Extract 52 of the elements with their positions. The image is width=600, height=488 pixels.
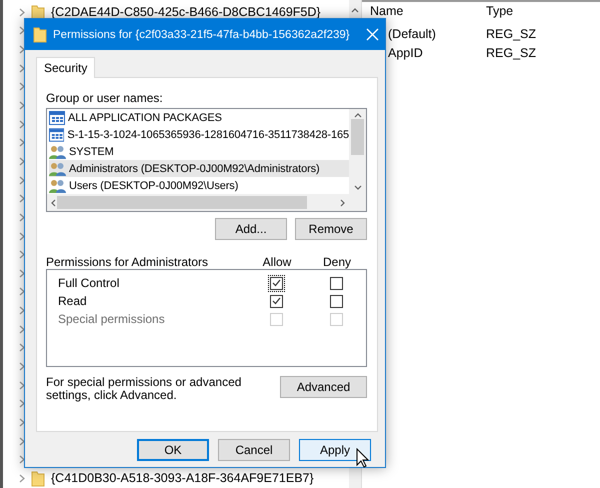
permission-name: Special permissions [58, 312, 166, 326]
dialog-button[interactable]: Apply [299, 439, 371, 461]
permission-name: Read [58, 294, 88, 308]
list-item[interactable]: Users (DESKTOP-0J00M92\Users) [49, 177, 349, 194]
users-icon [49, 178, 66, 193]
list-item[interactable]: SYSTEM [49, 144, 349, 160]
app-window-icon [49, 128, 64, 142]
column-header: Deny [322, 255, 352, 269]
tree-item[interactable]: {C41D0B30-A518-3093-A18F-364AF9E71EB7} [51, 471, 314, 486]
deny-checkbox[interactable] [330, 294, 342, 308]
column-header: Allow [262, 255, 292, 269]
list-item[interactable]: Administrators (DESKTOP-0J00M92\Administrators) [49, 160, 349, 178]
value-type: REG_SZ [486, 46, 538, 60]
scroll-left-icon[interactable] [49, 198, 57, 206]
dialog-button[interactable]: OK [137, 439, 209, 461]
dialog-button[interactable]: Remove [295, 218, 367, 240]
folder-icon [33, 26, 47, 43]
scroll-up-icon[interactable] [351, 6, 359, 14]
allow-checkbox[interactable] [270, 294, 282, 308]
close-icon[interactable] [366, 28, 379, 41]
checkmark-icon [272, 297, 280, 305]
list-item[interactable]: ALL APPLICATION PACKAGES [49, 110, 349, 127]
scrollbar[interactable] [349, 109, 366, 194]
field-label: Permissions for Administrators [46, 255, 210, 269]
tab[interactable]: Security [36, 57, 96, 78]
scroll-right-icon[interactable] [339, 198, 347, 206]
folder-icon [31, 4, 45, 21]
value-type: REG_SZ [486, 26, 538, 40]
help-text: For special permissions or advanced settings, click Advanced. [46, 376, 242, 402]
column-header[interactable]: Name [370, 4, 486, 18]
tree-item[interactable]: {C2DAE44D-C850-425c-B466-D8CBC1469F5D} [51, 5, 321, 20]
field-label: Group or user names: [46, 91, 164, 105]
chevron-icon[interactable] [19, 232, 25, 240]
dialog-button[interactable]: Add... [215, 218, 287, 240]
permission-name: Full Control [58, 276, 120, 290]
checkmark-icon [272, 279, 280, 287]
advanced-button[interactable]: Advanced [280, 376, 367, 398]
value-name: (Default) [388, 26, 437, 40]
window-title: Permissions for {c2f03a33-21f5-47fa-b4bb-156362a2f239} [53, 28, 351, 40]
scrollbar[interactable] [47, 194, 349, 211]
scroll-down-icon[interactable] [354, 184, 362, 192]
list-item[interactable]: S-1-15-3-1024-1065365936-1281604716-3511738428-165 [49, 126, 349, 144]
users-icon [49, 162, 66, 176]
column-header[interactable]: Type [486, 4, 600, 18]
mouse-pointer-icon [356, 448, 369, 468]
value-name: AppID [388, 46, 424, 60]
app-window-icon [49, 111, 65, 126]
dialog-button[interactable]: Cancel [218, 439, 290, 461]
scroll-up-icon[interactable] [354, 111, 362, 119]
deny-checkbox[interactable] [330, 276, 342, 290]
users-icon [49, 144, 66, 159]
folder-icon [31, 470, 45, 487]
